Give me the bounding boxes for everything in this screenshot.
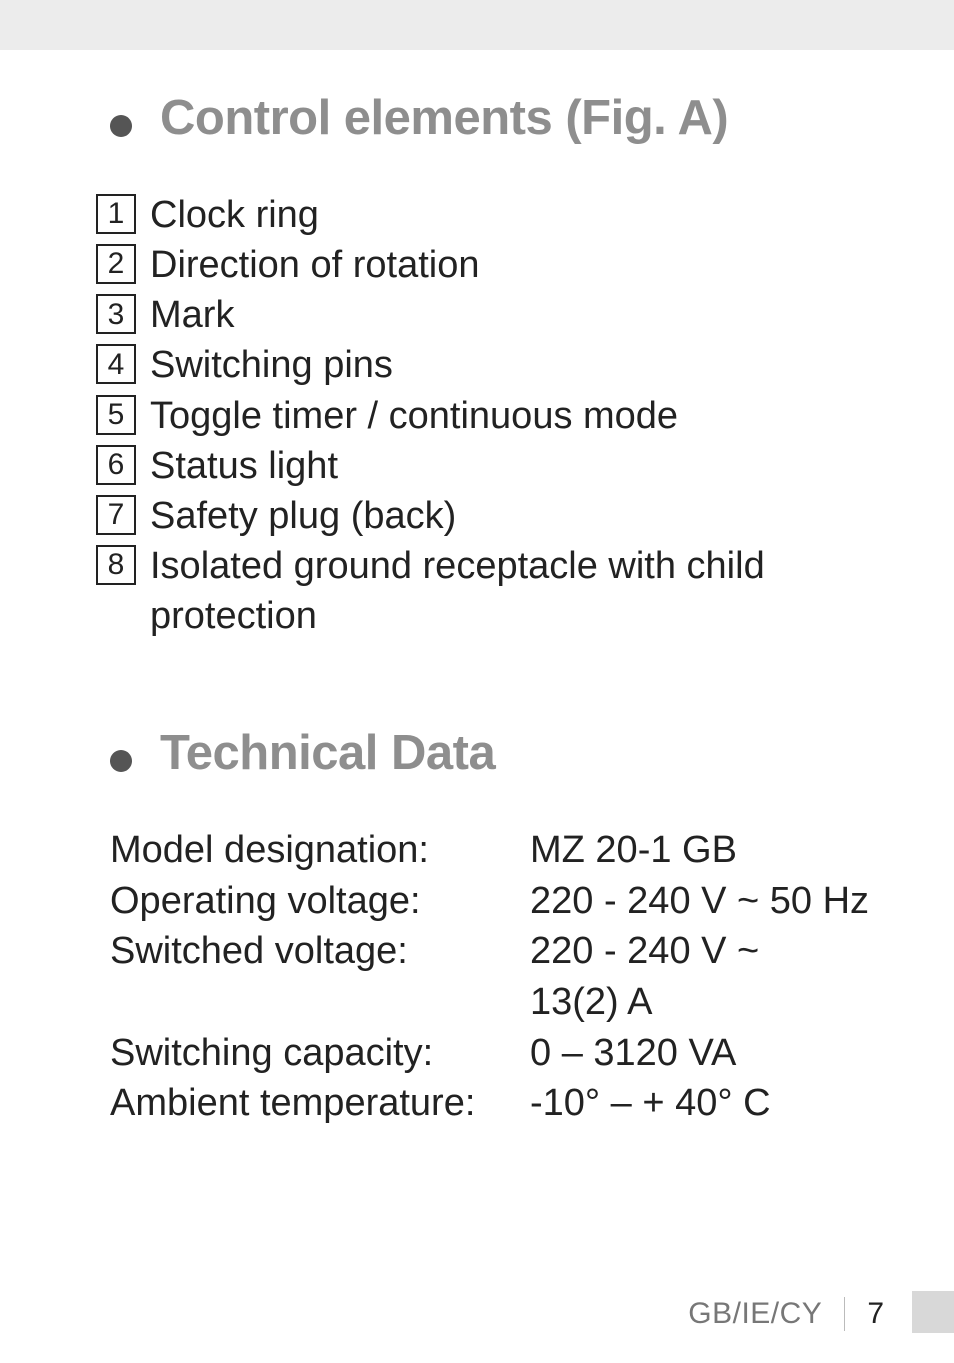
- heading-text: Technical Data: [160, 725, 495, 781]
- item-label: Isolated ground receptacle with child: [150, 541, 884, 591]
- item-number-box: 2: [96, 244, 136, 284]
- spec-value: MZ 20-1 GB: [530, 825, 884, 876]
- heading-technical-data: Technical Data: [110, 725, 884, 781]
- corner-tab: [912, 1291, 954, 1333]
- list-item: 5 Toggle timer / continuous mode: [96, 391, 884, 441]
- item-label: Toggle timer / continuous mode: [150, 391, 884, 441]
- list-item: 6 Status light: [96, 441, 884, 491]
- spec-row: 13(2) A: [110, 977, 884, 1028]
- spec-label: Operating voltage:: [110, 876, 530, 927]
- spec-row: Ambient temperature: -10° – + 40° C: [110, 1078, 884, 1129]
- spec-label: Model designation:: [110, 825, 530, 876]
- spec-label: Switching capacity:: [110, 1028, 530, 1079]
- item-number-box: 4: [96, 344, 136, 384]
- item-number-box: 3: [96, 294, 136, 334]
- page-content: Control elements (Fig. A) 1 Clock ring 2…: [0, 0, 954, 1363]
- item-label: Switching pins: [150, 340, 884, 390]
- spec-label: Switched voltage:: [110, 926, 530, 977]
- spec-value: 0 – 3120 VA: [530, 1028, 884, 1079]
- spec-row: Switched voltage: 220 - 240 V ~: [110, 926, 884, 977]
- heading-control-elements: Control elements (Fig. A): [110, 90, 884, 146]
- item-label-continuation: protection: [150, 591, 884, 641]
- item-label: Clock ring: [150, 190, 884, 240]
- item-number-box: 6: [96, 445, 136, 485]
- item-number-box: 5: [96, 395, 136, 435]
- heading-text: Control elements (Fig. A): [160, 90, 728, 146]
- control-elements-list: 1 Clock ring 2 Direction of rotation 3 M…: [96, 190, 884, 641]
- list-item: 1 Clock ring: [96, 190, 884, 240]
- item-number-box: 8: [96, 545, 136, 585]
- specs-table: Model designation: MZ 20-1 GB Operating …: [110, 825, 884, 1128]
- footer-separator: [844, 1297, 845, 1331]
- spec-row: Switching capacity: 0 – 3120 VA: [110, 1028, 884, 1079]
- item-label: Mark: [150, 290, 884, 340]
- technical-data-section: Technical Data Model designation: MZ 20-…: [110, 725, 884, 1128]
- item-number-box: 1: [96, 194, 136, 234]
- item-label: Direction of rotation: [150, 240, 884, 290]
- list-item: 2 Direction of rotation: [96, 240, 884, 290]
- spec-row: Operating voltage: 220 - 240 V ~ 50 Hz: [110, 876, 884, 927]
- spec-value: 220 - 240 V ~: [530, 926, 884, 977]
- item-number-box: 7: [96, 495, 136, 535]
- bullet-icon: [110, 750, 132, 772]
- list-item: 4 Switching pins: [96, 340, 884, 390]
- spec-value: 220 - 240 V ~ 50 Hz: [530, 876, 884, 927]
- list-item: 8 Isolated ground receptacle with child: [96, 541, 884, 591]
- spec-label: Ambient temperature:: [110, 1078, 530, 1129]
- item-label: Safety plug (back): [150, 491, 884, 541]
- list-item: 7 Safety plug (back): [96, 491, 884, 541]
- footer-page-number: 7: [867, 1297, 884, 1331]
- item-label: Status light: [150, 441, 884, 491]
- spec-value: -10° – + 40° C: [530, 1078, 884, 1129]
- spec-label: [110, 977, 530, 1028]
- spec-value: 13(2) A: [530, 977, 884, 1028]
- bullet-icon: [110, 115, 132, 137]
- footer-region: GB/IE/CY: [688, 1297, 822, 1331]
- page-footer: GB/IE/CY 7: [688, 1297, 884, 1331]
- list-item: 3 Mark: [96, 290, 884, 340]
- spec-row: Model designation: MZ 20-1 GB: [110, 825, 884, 876]
